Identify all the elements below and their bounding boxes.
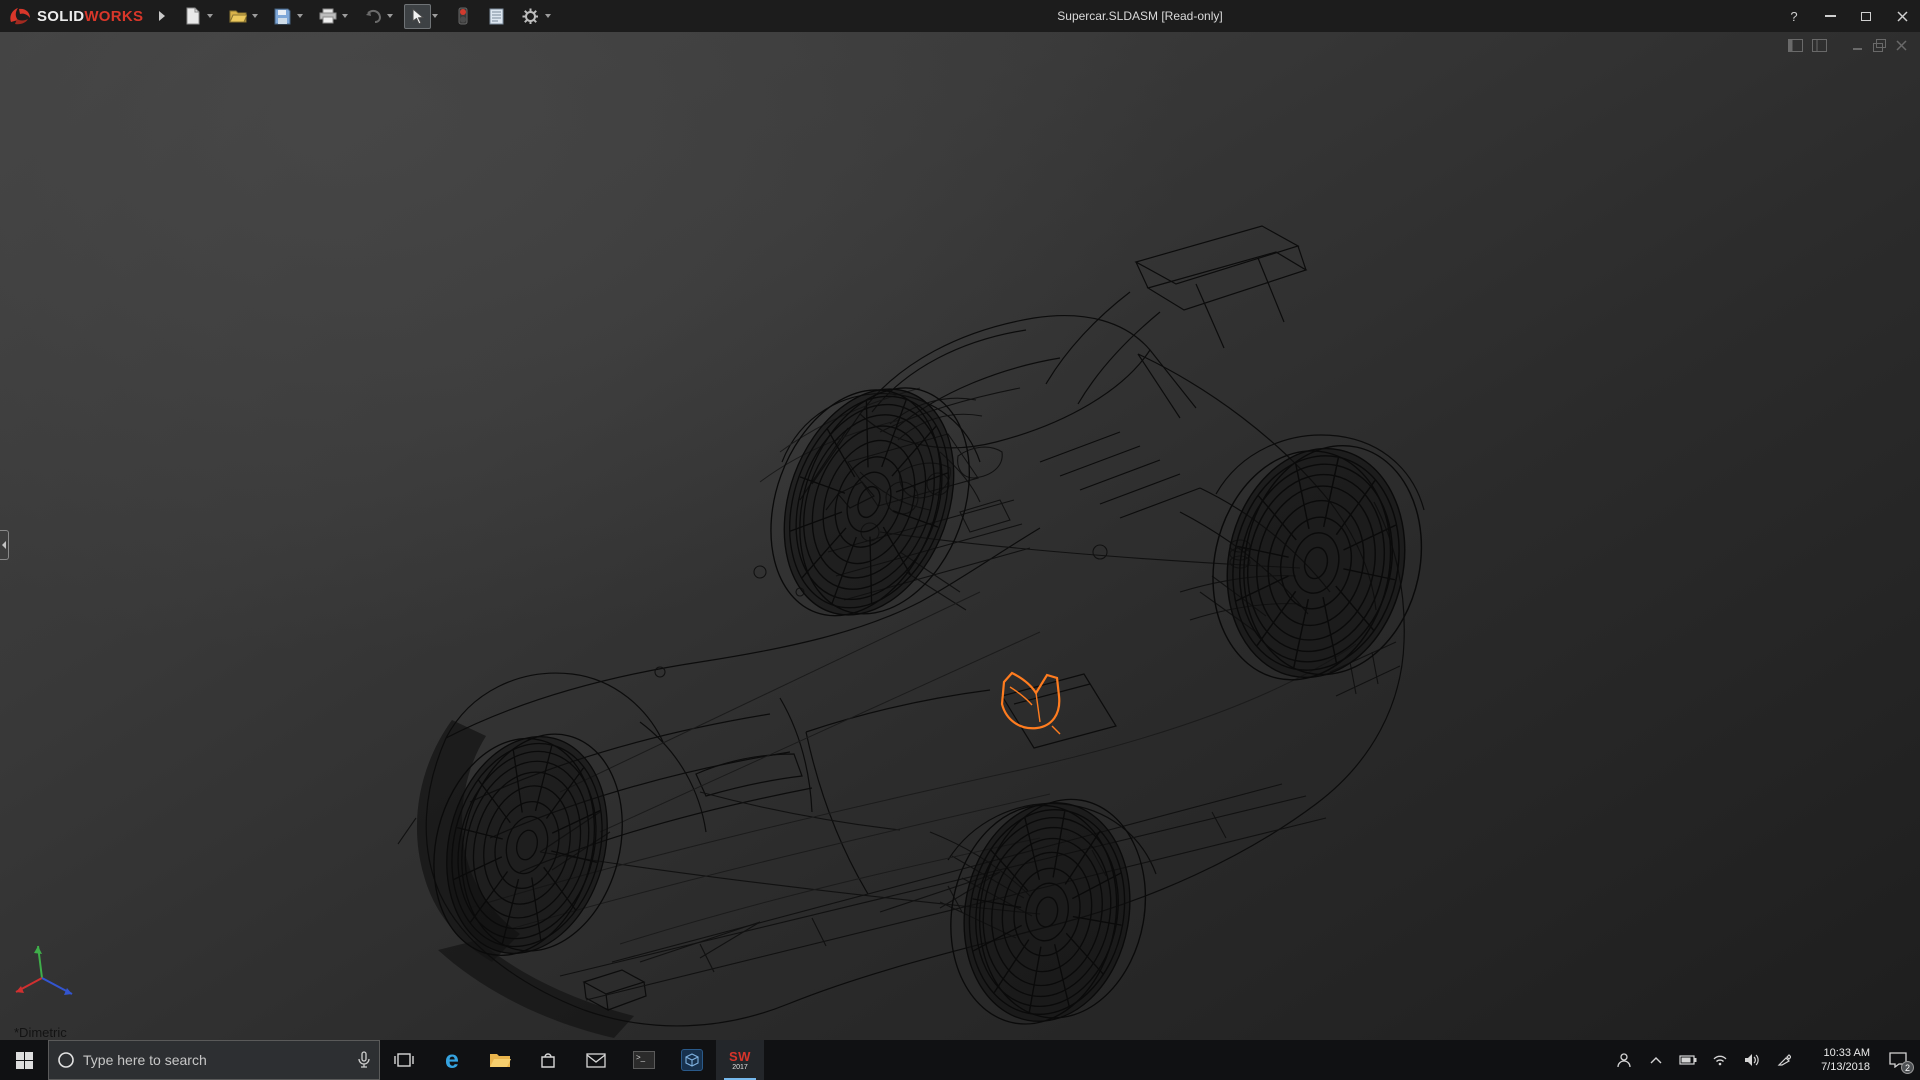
clock-date: 7/13/2018 [1821,1061,1870,1073]
file-properties-button[interactable] [483,4,510,29]
print-dropdown-icon[interactable] [342,14,349,18]
select-dropdown-icon[interactable] [432,14,439,18]
rebuild-button[interactable] [449,4,476,29]
doc-close-icon[interactable] [1895,39,1908,52]
file-properties-icon [489,8,504,24]
system-tray: 10:33 AM 7/13/2018 2 [1608,1040,1920,1080]
new-document-icon [186,7,200,25]
save-dropdown-icon[interactable] [297,14,304,18]
edge-icon: e [445,1045,459,1074]
edge-browser-button[interactable]: e [428,1040,476,1080]
clock-time: 10:33 AM [1823,1047,1870,1059]
save-icon [274,8,291,24]
save-button[interactable] [269,4,296,29]
window-controls: ? [1776,0,1920,32]
print-button[interactable] [314,4,341,29]
notification-badge: 2 [1901,1061,1914,1074]
ds-logo-icon [10,8,30,25]
volume-button[interactable] [1736,1040,1768,1080]
battery-icon [1679,1055,1697,1065]
3d-app-button[interactable] [668,1040,716,1080]
menu-flyout-arrow-icon[interactable] [159,11,166,21]
chevron-up-icon [1650,1057,1662,1064]
window-title: Supercar.SLDASM [Read-only] [1057,9,1223,23]
options-button[interactable] [517,4,544,29]
action-center-button[interactable]: 2 [1876,1040,1920,1080]
minimize-icon [1824,15,1836,17]
gear-icon [522,8,539,24]
feature-manager-collapsed-tab[interactable] [0,530,9,560]
document-window-controls [1788,39,1908,52]
battery-button[interactable] [1672,1040,1704,1080]
people-icon [1617,1053,1631,1068]
volume-icon [1745,1054,1759,1066]
brand-text: SOLIDWORKS [37,7,144,25]
open-folder-icon [229,10,247,23]
solidworks-2017-icon: SW 2017 [729,1048,751,1071]
pen-button[interactable] [1768,1040,1800,1080]
maximize-button[interactable] [1848,0,1884,32]
microphone-icon[interactable] [357,1051,371,1069]
file-explorer-icon [490,1054,511,1067]
file-explorer-button[interactable] [476,1040,524,1080]
print-icon [319,8,337,24]
hidden-icons-button[interactable] [1640,1040,1672,1080]
titlebar: SOLIDWORKS Supercar.SLDASM [Read-only] ? [0,0,1920,32]
graphics-viewport[interactable]: *Dimetric [0,32,1920,1040]
mail-button[interactable] [572,1040,620,1080]
undo-dropdown-icon[interactable] [387,14,394,18]
windows-taskbar: e >_ [0,1040,1920,1080]
select-cursor-icon [412,7,425,25]
windows-logo-icon [15,1051,33,1069]
close-button[interactable] [1884,0,1920,32]
display-pane-icon[interactable] [1812,39,1827,52]
console-icon: >_ [633,1051,655,1069]
pen-icon [1777,1054,1791,1066]
options-dropdown-icon[interactable] [545,14,552,18]
undo-button[interactable] [359,4,386,29]
help-icon: ? [1790,8,1798,24]
new-document-button[interactable] [179,4,206,29]
maximize-icon [1861,11,1871,21]
solidworks-2017-button[interactable]: SW 2017 [716,1040,764,1080]
mail-icon [586,1052,606,1068]
doc-minimize-icon[interactable] [1851,39,1864,52]
search-input[interactable] [83,1052,357,1068]
collapse-arrow-icon [2,541,6,549]
people-button[interactable] [1608,1040,1640,1080]
feature-panel-icon[interactable] [1788,39,1803,52]
wireframe-model [397,225,1443,1040]
rear-right-wheel [1191,422,1443,704]
undo-icon [365,9,381,23]
front-right-wheel [933,780,1163,1040]
main-toolbar [179,0,562,32]
orientation-triad [15,945,73,995]
store-icon [541,1053,555,1068]
task-view-icon [394,1053,414,1067]
taskbar-search[interactable] [48,1040,380,1080]
close-icon [1896,10,1908,22]
cortana-icon [58,1052,74,1068]
start-button[interactable] [0,1040,48,1080]
solidworks-logo: SOLIDWORKS [0,0,149,32]
task-view-button[interactable] [380,1040,428,1080]
3d-app-icon [681,1049,703,1071]
network-button[interactable] [1704,1040,1736,1080]
doc-restore-icon[interactable] [1873,39,1886,52]
minimize-button[interactable] [1812,0,1848,32]
wifi-icon [1713,1055,1727,1066]
open-dropdown-icon[interactable] [252,14,259,18]
select-button[interactable] [404,3,432,29]
view-orientation-label: *Dimetric [14,1025,67,1040]
new-dropdown-icon[interactable] [207,14,214,18]
selected-component[interactable] [1000,671,1061,735]
rebuild-traffic-light-icon [458,7,468,25]
open-button[interactable] [224,4,251,29]
rear-left-wheel [740,354,1000,650]
taskbar-clock[interactable]: 10:33 AM 7/13/2018 [1800,1040,1876,1080]
screen: SOLIDWORKS Supercar.SLDASM [Read-only] ?… [0,0,1920,1080]
help-button[interactable]: ? [1776,0,1812,32]
console-button[interactable]: >_ [620,1040,668,1080]
store-button[interactable] [524,1040,572,1080]
